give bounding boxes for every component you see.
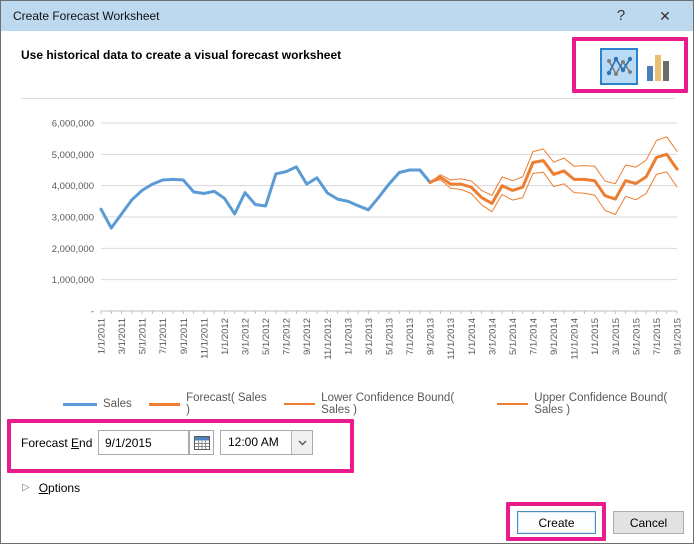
svg-text:5/1/2015: 5/1/2015	[631, 318, 642, 355]
combo-dropdown-button[interactable]	[291, 431, 312, 454]
legend-label: Upper Confidence Bound( Sales )	[534, 392, 693, 416]
svg-text:3/1/2015: 3/1/2015	[611, 318, 622, 355]
sales-line-swatch	[63, 403, 97, 406]
svg-text:3/1/2014: 3/1/2014	[487, 318, 498, 355]
svg-text:1/1/2015: 1/1/2015	[590, 318, 601, 355]
svg-text:1,000,000: 1,000,000	[52, 275, 94, 286]
help-icon[interactable]: ?	[607, 1, 635, 31]
bar-chart-type-button[interactable]	[644, 53, 673, 82]
svg-text:3/1/2013: 3/1/2013	[364, 318, 375, 355]
line-chart-type-button[interactable]	[600, 48, 638, 85]
svg-text:11/1/2011: 11/1/2011	[199, 318, 210, 359]
options-expander[interactable]: ▷ Options	[22, 481, 80, 495]
close-icon[interactable]: ✕	[651, 1, 679, 31]
svg-text:1/1/2013: 1/1/2013	[343, 318, 354, 355]
forecast-end-time-combo[interactable]: 12:00 AM	[220, 430, 313, 455]
forecast-chart: - 1,000,000 2,000,000 3,000,000 4,000,000 5,0…	[1, 103, 694, 389]
svg-text:11/1/2012: 11/1/2012	[323, 318, 334, 360]
svg-text:5,000,000: 5,000,000	[52, 150, 94, 161]
svg-text:4,000,000: 4,000,000	[52, 181, 94, 192]
svg-text:-: -	[91, 307, 94, 318]
dialog-title: Create Forecast Worksheet	[1, 9, 160, 23]
svg-text:3,000,000: 3,000,000	[52, 213, 94, 224]
svg-text:1/1/2011: 1/1/2011	[97, 318, 108, 354]
svg-text:7/1/2013: 7/1/2013	[405, 318, 416, 355]
options-label: Options	[39, 481, 80, 495]
svg-text:1/1/2012: 1/1/2012	[220, 318, 231, 355]
svg-text:11/1/2014: 11/1/2014	[570, 318, 581, 360]
svg-text:9/1/2015: 9/1/2015	[673, 318, 684, 355]
lower-bound-line-swatch	[284, 403, 315, 405]
legend-item-lower-bound: Lower Confidence Bound( Sales )	[284, 392, 480, 416]
chart-legend: Sales Forecast( Sales ) Lower Confidence…	[63, 392, 693, 416]
forecast-end-date-input[interactable]	[98, 430, 189, 455]
legend-item-upper-bound: Upper Confidence Bound( Sales )	[497, 392, 693, 416]
svg-text:3/1/2011: 3/1/2011	[117, 318, 128, 354]
svg-text:7/1/2011: 7/1/2011	[158, 318, 169, 354]
svg-text:3/1/2012: 3/1/2012	[241, 318, 252, 355]
svg-text:7/1/2014: 7/1/2014	[529, 318, 540, 355]
line-chart-icon	[606, 54, 633, 79]
cancel-button[interactable]: Cancel	[613, 511, 684, 534]
calendar-picker-button[interactable]	[189, 430, 214, 455]
forecast-end-label: Forecast End	[21, 436, 92, 450]
svg-text:9/1/2012: 9/1/2012	[302, 318, 313, 355]
chevron-down-icon	[298, 440, 307, 446]
legend-item-forecast: Forecast( Sales )	[149, 392, 267, 416]
svg-text:5/1/2011: 5/1/2011	[138, 318, 149, 354]
svg-text:7/1/2012: 7/1/2012	[282, 318, 293, 355]
svg-text:9/1/2014: 9/1/2014	[549, 318, 560, 355]
svg-text:5/1/2013: 5/1/2013	[385, 318, 396, 355]
svg-text:5/1/2014: 5/1/2014	[508, 318, 519, 355]
svg-text:6,000,000: 6,000,000	[52, 119, 94, 130]
legend-label: Lower Confidence Bound( Sales )	[321, 392, 480, 416]
titlebar: Create Forecast Worksheet	[1, 1, 693, 31]
create-forecast-worksheet-dialog: Create Forecast Worksheet ? ✕ Use histor…	[0, 0, 694, 544]
svg-text:2,000,000: 2,000,000	[52, 244, 94, 255]
upper-bound-line-swatch	[497, 403, 528, 405]
svg-text:11/1/2013: 11/1/2013	[446, 318, 457, 360]
svg-text:7/1/2015: 7/1/2015	[652, 318, 663, 355]
legend-item-sales: Sales	[63, 398, 132, 410]
calendar-icon	[194, 435, 210, 450]
bar-chart-icon	[646, 54, 671, 81]
forecast-line-swatch	[149, 403, 180, 406]
svg-text:5/1/2012: 5/1/2012	[261, 318, 272, 355]
svg-text:1/1/2014: 1/1/2014	[467, 318, 478, 355]
svg-text:9/1/2013: 9/1/2013	[426, 318, 437, 355]
create-button[interactable]: Create	[517, 511, 596, 534]
time-value: 12:00 AM	[228, 435, 279, 449]
dialog-subtitle: Use historical data to create a visual f…	[21, 48, 341, 62]
header-separator	[21, 98, 675, 99]
svg-text:9/1/2011: 9/1/2011	[179, 318, 190, 354]
legend-label: Forecast( Sales )	[186, 392, 267, 416]
expander-triangle-icon: ▷	[22, 482, 30, 494]
legend-label: Sales	[103, 398, 132, 410]
